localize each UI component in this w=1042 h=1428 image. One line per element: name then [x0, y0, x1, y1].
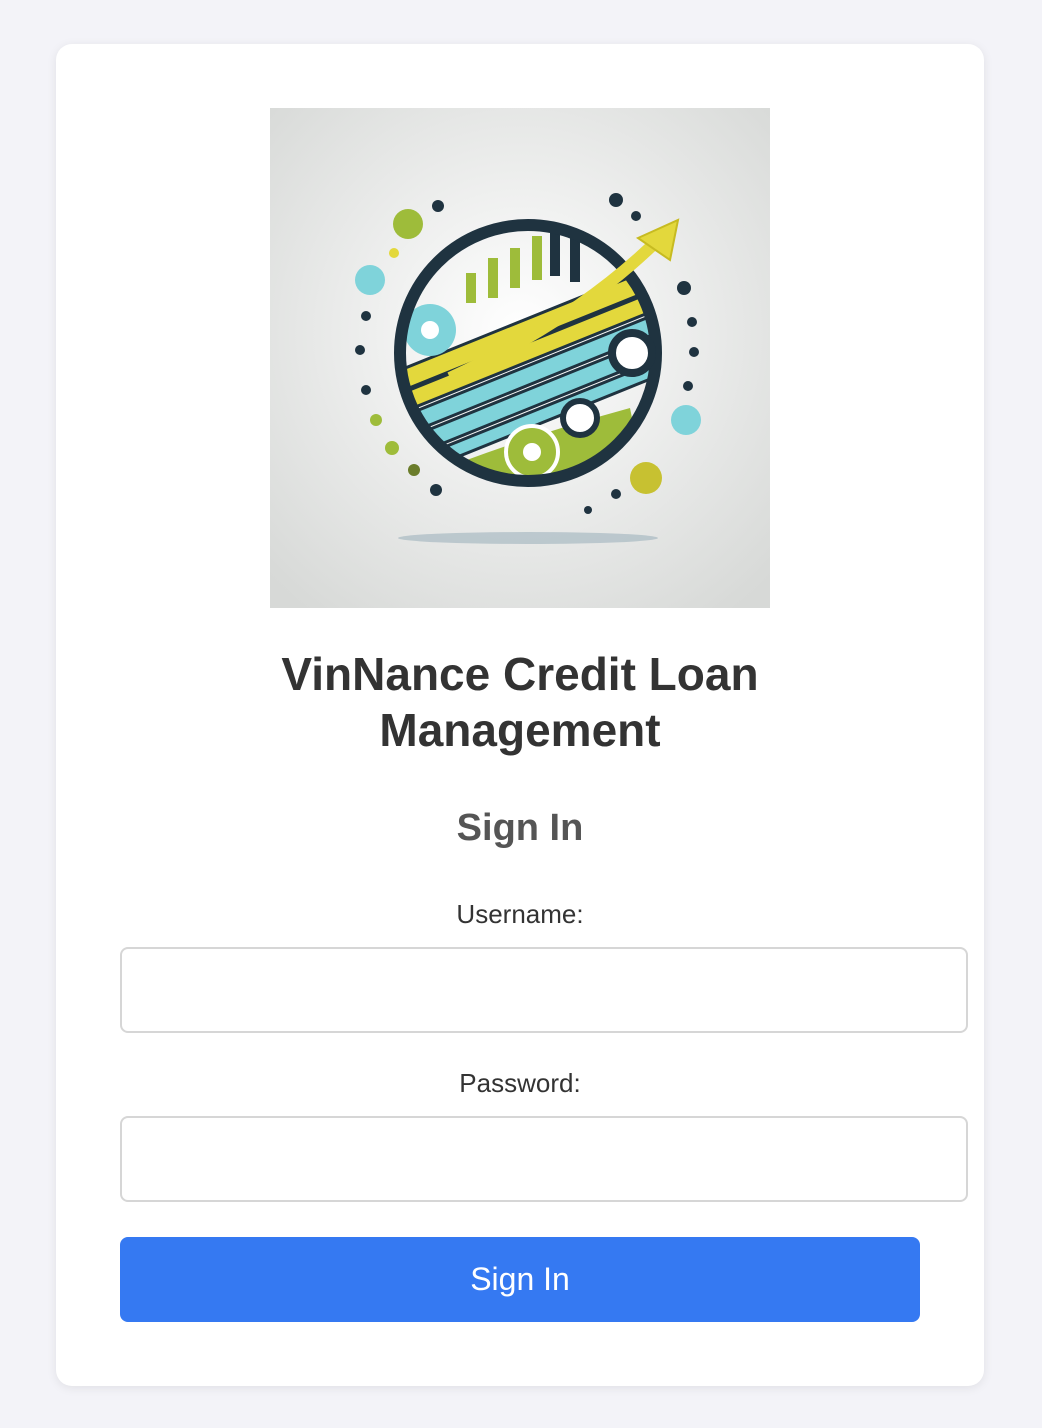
credit-growth-logo-icon [270, 108, 770, 608]
password-label: Password: [459, 1068, 581, 1098]
password-input[interactable] [120, 1116, 968, 1202]
page-title-line-1: VinNance Credit Loan [281, 648, 759, 700]
page-title: VinNance Credit Loan Management [56, 646, 984, 758]
username-input[interactable] [120, 947, 968, 1033]
login-card: VinNance Credit Loan Management Sign In … [56, 44, 984, 1386]
username-label: Username: [456, 899, 584, 929]
sign-in-heading: Sign In [456, 807, 584, 849]
page-title-line-2: Management [379, 704, 661, 756]
sign-in-button[interactable]: Sign In [120, 1237, 920, 1322]
